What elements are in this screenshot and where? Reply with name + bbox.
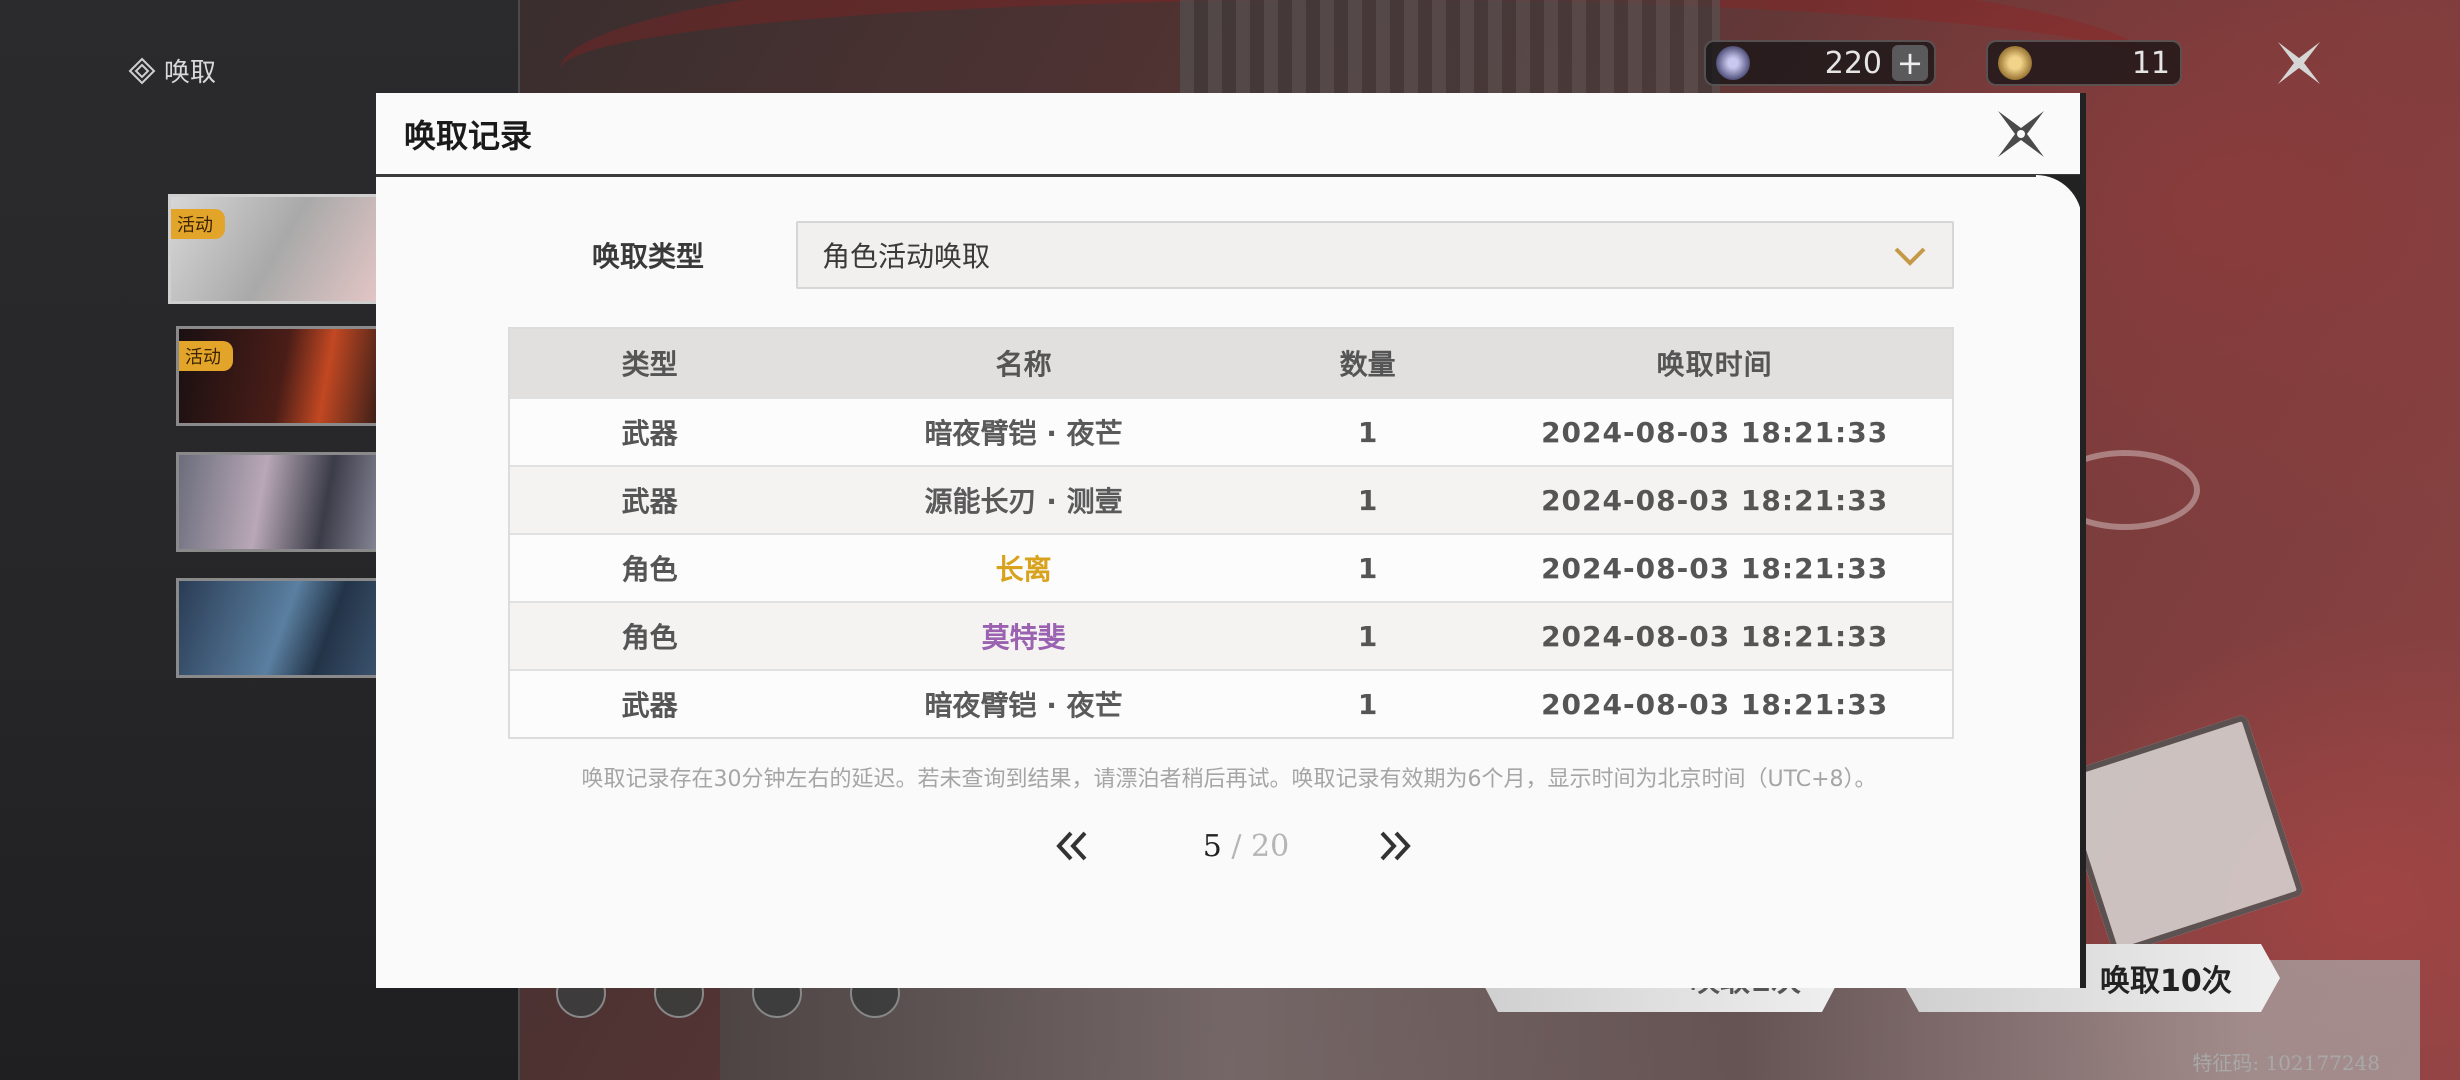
- convene-history-dialog: 唤取记录 唤取类型 角色活动唤取 类型 名称 数量 唤取时间 武器 暗夜臂铠 ·…: [376, 93, 2086, 988]
- table-row: 武器 暗夜臂铠 · 夜芒 1 2024-08-03 18:21:33: [510, 669, 1952, 737]
- row-name: 长离: [995, 553, 1052, 586]
- chevron-down-icon: [1894, 247, 1926, 266]
- row-time: 2024-08-03 18:21:33: [1541, 415, 1889, 449]
- feature-code: 特征码: 102177248: [2192, 1051, 2380, 1075]
- row-quantity: 1: [1357, 619, 1378, 653]
- previous-page-icon[interactable]: [1051, 829, 1091, 863]
- row-type: 武器: [621, 689, 678, 722]
- row-type: 角色: [621, 621, 678, 654]
- lustrous-tide-counter: 11: [1986, 40, 2182, 86]
- convene-type-label: 唤取类型: [592, 240, 705, 273]
- row-type: 武器: [621, 417, 678, 450]
- row-time: 2024-08-03 18:21:33: [1541, 619, 1889, 653]
- table-row: 武器 源能长刃 · 测壹 1 2024-08-03 18:21:33: [510, 465, 1952, 533]
- total-pages: 20: [1251, 829, 1290, 864]
- dialog-title: 唤取记录: [404, 117, 533, 155]
- convene-type-dropdown[interactable]: 角色活动唤取: [796, 221, 1954, 289]
- page-separator: /: [1221, 829, 1252, 864]
- row-quantity: 1: [1357, 687, 1378, 721]
- banner-item[interactable]: 活动: [176, 326, 388, 426]
- dialog-header: 唤取记录: [376, 93, 2082, 177]
- current-page: 5: [1202, 829, 1222, 864]
- section-title-label: 唤取: [164, 58, 217, 88]
- column-header-type: 类型: [621, 348, 678, 381]
- row-name: 暗夜臂铠 · 夜芒: [924, 689, 1123, 722]
- event-tag: 活动: [171, 209, 225, 239]
- row-type: 武器: [621, 485, 678, 518]
- next-page-icon[interactable]: [1376, 829, 1416, 863]
- banner-item-selected[interactable]: 活动: [168, 194, 388, 304]
- convene-type-selected: 角色活动唤取: [822, 240, 991, 273]
- astrite-counter: 220 +: [1704, 40, 1936, 86]
- convene-10-label: 唤取10次: [2100, 964, 2232, 999]
- close-icon[interactable]: [2274, 38, 2324, 88]
- row-type: 角色: [621, 553, 678, 586]
- column-header-name: 名称: [995, 348, 1052, 381]
- row-name: 暗夜臂铠 · 夜芒: [924, 417, 1123, 450]
- row-time: 2024-08-03 18:21:33: [1541, 687, 1889, 721]
- astrite-icon: [1716, 46, 1750, 80]
- row-time: 2024-08-03 18:21:33: [1541, 551, 1889, 585]
- lustrous-tide-value: 11: [2131, 45, 2170, 81]
- row-name: 莫特斐: [981, 621, 1066, 654]
- table-row: 角色 莫特斐 1 2024-08-03 18:21:33: [510, 601, 1952, 669]
- dialog-corner-decoration: [2036, 175, 2082, 235]
- table-row: 角色 长离 1 2024-08-03 18:21:33: [510, 533, 1952, 601]
- column-header-quantity: 数量: [1339, 348, 1396, 381]
- astrite-value: 220: [1824, 45, 1882, 81]
- event-tag: 活动: [179, 341, 233, 371]
- row-quantity: 1: [1357, 551, 1378, 585]
- convene-icon: [128, 57, 156, 84]
- row-time: 2024-08-03 18:21:33: [1541, 483, 1889, 517]
- history-delay-note: 唤取记录存在30分钟左右的延迟。若未查询到结果，请漂泊者稍后再试。唤取记录有效期…: [581, 767, 1877, 792]
- banner-item[interactable]: [176, 452, 388, 552]
- row-quantity: 1: [1357, 415, 1378, 449]
- add-astrite-button[interactable]: +: [1892, 45, 1928, 81]
- row-name: 源能长刃 · 测壹: [924, 485, 1123, 518]
- section-title: 唤取: [128, 52, 216, 89]
- banner-item[interactable]: [176, 578, 388, 678]
- table-row: 武器 暗夜臂铠 · 夜芒 1 2024-08-03 18:21:33: [510, 397, 1952, 465]
- row-quantity: 1: [1357, 483, 1378, 517]
- close-icon[interactable]: [1992, 105, 2050, 163]
- column-header-time: 唤取时间: [1656, 348, 1773, 381]
- pagination: 5 / 20: [376, 819, 2082, 875]
- lustrous-tide-icon: [1998, 46, 2032, 80]
- convene-history-table: 类型 名称 数量 唤取时间 武器 暗夜臂铠 · 夜芒 1 2024-08-03 …: [508, 327, 1954, 739]
- table-header-row: 类型 名称 数量 唤取时间: [510, 329, 1952, 397]
- page-indicator: 5 / 20: [1156, 829, 1336, 864]
